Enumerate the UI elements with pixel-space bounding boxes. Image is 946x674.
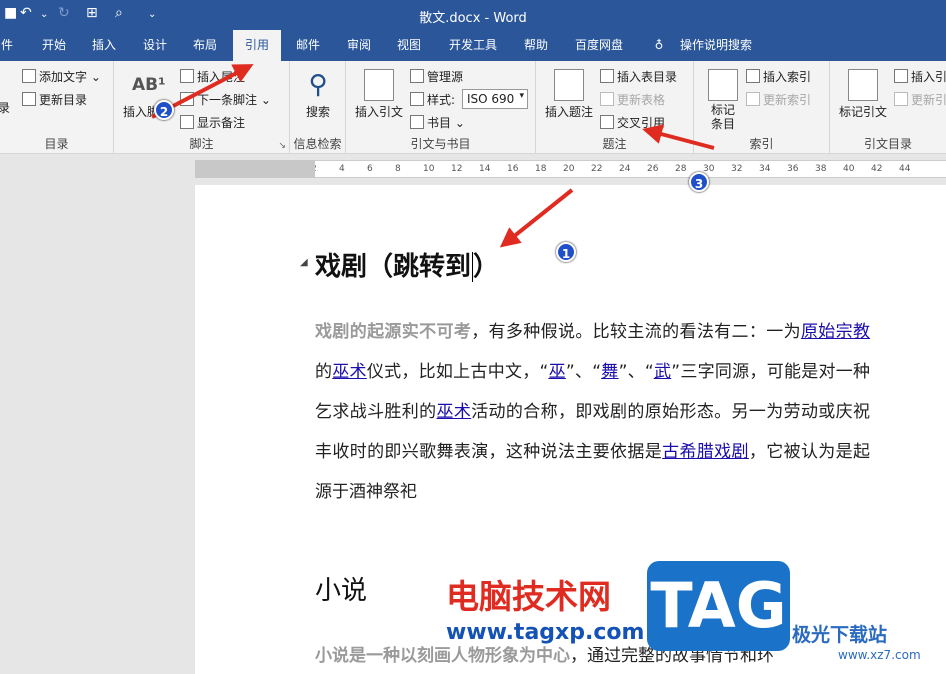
step-badge-3: 3 <box>689 172 709 192</box>
arrow-1 <box>499 188 574 248</box>
step-badge-2: 2 <box>154 100 174 120</box>
annotation-overlay <box>151 64 715 248</box>
arrow-3 <box>642 124 715 150</box>
step-badge-1: 1 <box>556 242 576 262</box>
